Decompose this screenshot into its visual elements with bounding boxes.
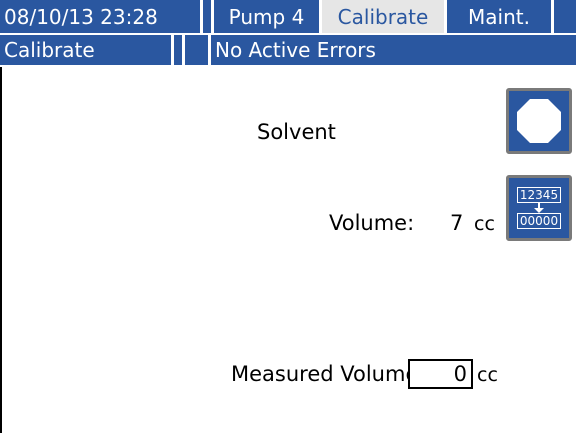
volume-label: Volume: (329, 211, 415, 235)
left-border (0, 67, 2, 433)
tab-overflow[interactable] (554, 0, 576, 33)
error-status-text: No Active Errors (215, 38, 376, 62)
top-bar: 08/10/13 23:28 Pump 4 Calibrate Maint. (0, 0, 576, 33)
datetime-text: 08/10/13 23:28 (4, 4, 158, 29)
volume-unit: cc (474, 213, 495, 235)
reset-icon-top-text: 12345 (516, 187, 562, 203)
tab-pump-4[interactable]: Pump 4 (214, 0, 319, 33)
datetime-display: 08/10/13 23:28 (0, 0, 200, 33)
tab-calibrate-label: Calibrate (337, 4, 429, 29)
tab-maint[interactable]: Maint. (447, 0, 551, 33)
tab-maint-label: Maint. (468, 4, 530, 29)
screen-name-display: Calibrate (0, 35, 171, 65)
reset-icon-bottom-text: 00000 (516, 213, 562, 229)
material-label: Solvent (257, 120, 336, 144)
measured-volume-unit: cc (477, 364, 498, 386)
status-bar: Calibrate No Active Errors (0, 35, 576, 65)
calibrate-panel: Solvent Volume: 7 cc Measured Volume: 0 … (0, 67, 576, 433)
screen-name-text: Calibrate (4, 38, 95, 62)
header-spacer (203, 0, 211, 33)
stop-icon (517, 99, 561, 143)
tab-pump-4-label: Pump 4 (228, 4, 305, 29)
tab-calibrate[interactable]: Calibrate (322, 0, 444, 33)
stop-button[interactable] (506, 88, 572, 154)
status-spacer-2 (185, 35, 208, 65)
volume-value: 7 (450, 211, 464, 235)
reset-counter-button[interactable]: 12345 00000 (506, 175, 572, 241)
status-spacer-1 (174, 35, 182, 65)
down-arrow-icon (534, 203, 544, 213)
reset-counter-icon: 12345 00000 (516, 187, 562, 229)
measured-volume-label: Measured Volume: (231, 362, 426, 386)
error-status-display: No Active Errors (211, 35, 576, 65)
measured-volume-value: 0 (453, 361, 467, 386)
measured-volume-input[interactable]: 0 (408, 359, 473, 389)
